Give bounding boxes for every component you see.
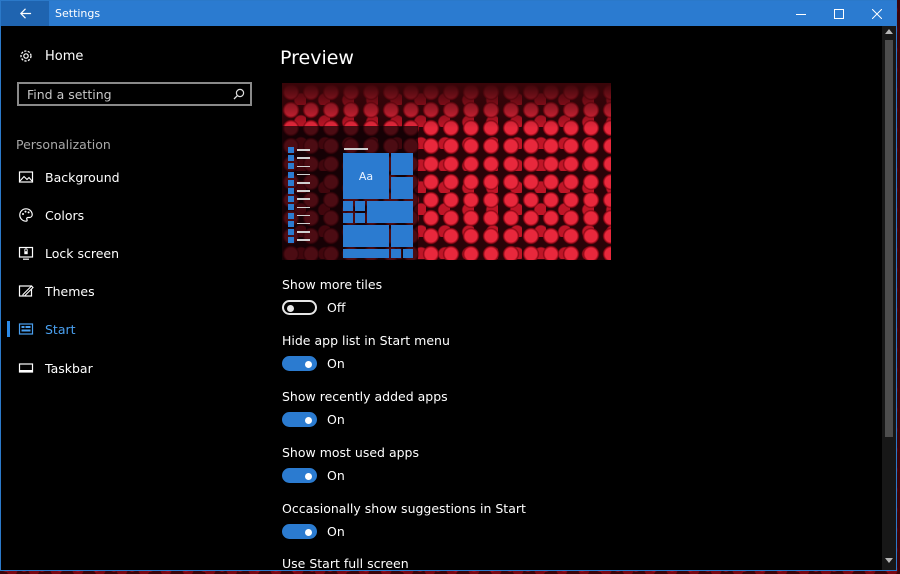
selection-indicator (7, 321, 10, 337)
toggle-state-text: On (327, 412, 345, 427)
app-list-preview (288, 147, 311, 245)
most-used-toggle[interactable] (282, 468, 317, 483)
scroll-up-arrow-icon[interactable] (882, 28, 896, 38)
sidebar-item-themes[interactable]: Themes (1, 276, 266, 306)
search-input[interactable]: Find a setting (17, 82, 252, 106)
suggestions-row: On (282, 524, 345, 539)
sidebar-item-label: Background (45, 169, 120, 185)
arrow-left-icon (19, 8, 31, 19)
most-used-row: On (282, 468, 345, 483)
sidebar-item-label: Colors (45, 207, 85, 223)
sidebar-item-label: Taskbar (45, 360, 93, 376)
themes-icon (18, 283, 34, 299)
hide-app-list-label: Hide app list in Start menu (282, 333, 450, 348)
recently-added-row: On (282, 412, 345, 427)
sidebar-item-label: Start (45, 321, 76, 337)
recently-added-toggle[interactable] (282, 412, 317, 427)
back-button[interactable] (1, 1, 49, 26)
sidebar-item-label: Lock screen (45, 245, 120, 261)
scroll-down-arrow-icon[interactable] (882, 558, 896, 568)
palette-icon (18, 207, 34, 223)
home-label: Home (45, 48, 84, 64)
page-title: Preview (280, 47, 354, 69)
show-more-tiles-label: Show more tiles (282, 277, 383, 292)
toggle-state-text: Off (327, 300, 346, 315)
start-menu-preview: Aa (282, 126, 418, 260)
preview-shading (282, 83, 611, 128)
most-used-label: Show most used apps (282, 445, 419, 460)
toggle-state-text: On (327, 524, 345, 539)
scrollbar[interactable] (882, 26, 896, 570)
large-tile: Aa (343, 153, 389, 199)
sidebar-item-start[interactable]: Start (1, 314, 266, 344)
tile-grid-preview: Aa (343, 153, 415, 258)
minimize-icon (796, 13, 806, 15)
recently-added-label: Show recently added apps (282, 389, 448, 404)
tiles-header-line (344, 148, 368, 150)
window-controls (782, 1, 896, 26)
toggle-state-text: On (327, 356, 345, 371)
section-label: Personalization (16, 137, 111, 152)
show-more-tiles-toggle[interactable] (282, 300, 317, 315)
sidebar: Home Find a setting Personalization Back… (1, 26, 266, 570)
sidebar-item-colors[interactable]: Colors (1, 200, 266, 230)
minimize-button[interactable] (782, 1, 820, 26)
full-screen-label: Use Start full screen (282, 556, 409, 571)
settings-window: Settings Home Find a setting Personaliza… (0, 0, 897, 571)
sidebar-item-background[interactable]: Background (1, 162, 266, 192)
main-content: Preview Aa Show more tiles Off Hide app … (266, 26, 882, 570)
hide-app-list-toggle[interactable] (282, 356, 317, 371)
suggestions-toggle[interactable] (282, 524, 317, 539)
toggle-state-text: On (327, 468, 345, 483)
gear-icon (20, 50, 32, 62)
picture-icon (18, 169, 34, 185)
search-placeholder: Find a setting (27, 86, 112, 102)
lock-screen-icon (18, 245, 34, 261)
start-preview-image: Aa (282, 83, 611, 260)
suggestions-label: Occasionally show suggestions in Start (282, 501, 526, 516)
close-button[interactable] (858, 1, 896, 26)
sidebar-item-taskbar[interactable]: Taskbar (1, 353, 266, 383)
sidebar-item-label: Themes (45, 283, 95, 299)
maximize-button[interactable] (820, 1, 858, 26)
search-icon (233, 88, 245, 100)
scrollbar-thumb[interactable] (885, 40, 893, 437)
close-icon (872, 8, 882, 19)
home-link[interactable]: Home (18, 46, 83, 66)
show-more-tiles-row: Off (282, 300, 345, 315)
title-bar: Settings (1, 1, 896, 26)
start-icon (18, 321, 34, 337)
sidebar-item-lock-screen[interactable]: Lock screen (1, 238, 266, 268)
maximize-icon (834, 8, 844, 19)
window-title: Settings (55, 7, 101, 20)
taskbar-icon (18, 360, 34, 376)
hide-app-list-row: On (282, 356, 345, 371)
